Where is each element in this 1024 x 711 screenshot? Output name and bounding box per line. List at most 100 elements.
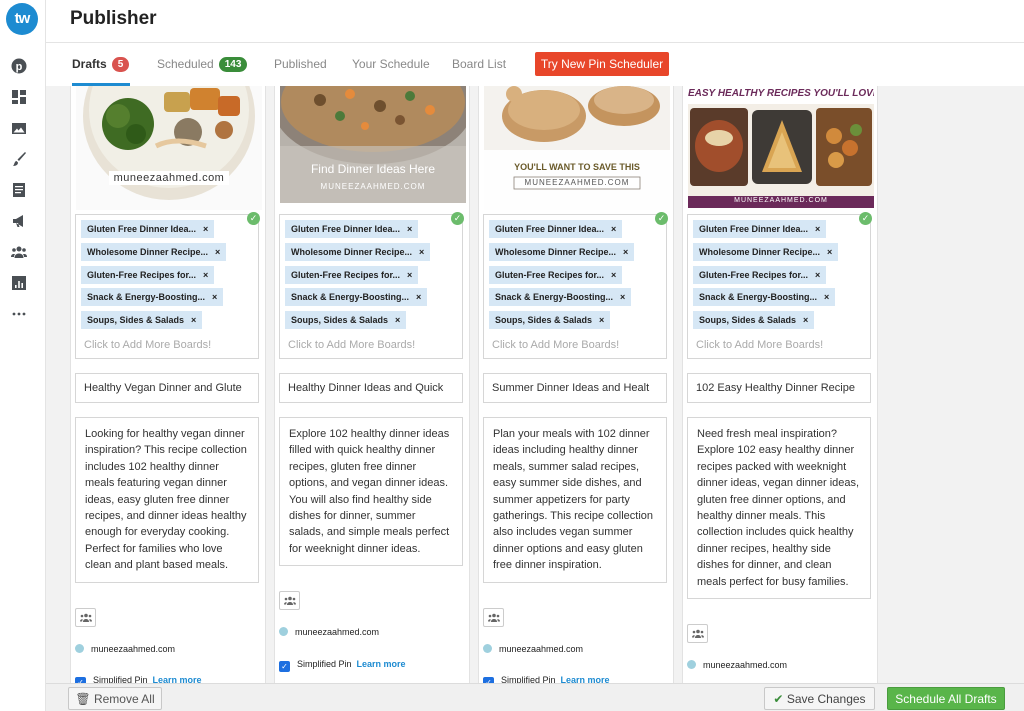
remove-icon[interactable]: ×	[416, 292, 421, 302]
document-icon[interactable]	[11, 182, 27, 198]
remove-icon[interactable]: ×	[203, 270, 208, 280]
app-logo[interactable]: tw	[6, 3, 38, 35]
remove-icon[interactable]: ×	[611, 270, 616, 280]
board-chip[interactable]: Gluten-Free Recipes for... ×	[81, 266, 215, 284]
board-chip[interactable]: Gluten Free Dinner Idea... ×	[285, 220, 419, 238]
pin-title-input[interactable]: Healthy Vegan Dinner and Glute	[75, 373, 259, 403]
group-board-button[interactable]	[279, 591, 300, 610]
remove-icon[interactable]: ×	[815, 270, 820, 280]
simplified-pin-toggle[interactable]: ✓ Simplified Pin Learn more	[75, 675, 202, 683]
remove-icon[interactable]: ×	[824, 292, 829, 302]
board-chip[interactable]: Snack & Energy-Boosting... ×	[285, 288, 428, 306]
board-chip[interactable]: Gluten Free Dinner Idea... ×	[489, 220, 623, 238]
add-boards-prompt[interactable]: Click to Add More Boards!	[492, 339, 619, 351]
board-chip[interactable]: Gluten-Free Recipes for... ×	[693, 266, 827, 284]
pin-image[interactable]: muneezaahmed.com	[76, 86, 262, 210]
board-chip[interactable]: Soups, Sides & Salads ×	[81, 311, 203, 329]
analytics-icon[interactable]	[11, 275, 27, 291]
schedule-all-drafts-button[interactable]: Schedule All Drafts	[887, 687, 1005, 710]
remove-icon[interactable]: ×	[407, 224, 412, 234]
remove-icon[interactable]: ×	[620, 292, 625, 302]
try-new-pin-scheduler-button[interactable]: Try New Pin Scheduler	[535, 52, 669, 76]
svg-text:p: p	[16, 61, 23, 73]
pin-source-site[interactable]: muneezaahmed.com	[75, 644, 175, 654]
board-chip[interactable]: Wholesome Dinner Recipe... ×	[81, 243, 227, 261]
pin-image[interactable]: YOU'LL WANT TO SAVE THIS MUNEEZAAHMED.CO…	[484, 86, 670, 210]
remove-icon[interactable]: ×	[407, 270, 412, 280]
remove-icon[interactable]: ×	[212, 292, 217, 302]
image-headline: YOU'LL WANT TO SAVE THIS	[514, 162, 640, 172]
board-selector[interactable]: ✓ Gluten Free Dinner Idea... × Wholesome …	[279, 212, 464, 359]
board-selector[interactable]: ✓ Gluten Free Dinner Idea... × Wholesome …	[483, 212, 668, 359]
board-chip[interactable]: Soups, Sides & Salads ×	[693, 311, 815, 329]
dashboard-icon[interactable]	[11, 89, 27, 105]
remove-icon[interactable]: ×	[203, 224, 208, 234]
pin-source-site[interactable]: muneezaahmed.com	[687, 660, 787, 670]
board-chip[interactable]: Wholesome Dinner Recipe... ×	[489, 243, 635, 261]
remove-all-button[interactable]: 🗑 Remove All	[68, 687, 162, 710]
people-icon[interactable]	[11, 244, 27, 260]
pin-title-input[interactable]: Summer Dinner Ideas and Healt	[483, 373, 667, 403]
group-board-button[interactable]	[687, 624, 708, 643]
board-selector[interactable]: ✓ Gluten Free Dinner Idea... × Wholesome …	[75, 212, 260, 359]
board-chip[interactable]: Gluten-Free Recipes for... ×	[285, 266, 419, 284]
tab-drafts[interactable]: Drafts 5	[72, 57, 130, 72]
tab-board-list[interactable]: Board List	[452, 57, 506, 71]
simplified-pin-toggle[interactable]: ✓ Simplified Pin Learn more	[279, 659, 406, 672]
board-chip[interactable]: Gluten-Free Recipes for... ×	[489, 266, 623, 284]
learn-more-link[interactable]: Learn more	[153, 675, 202, 683]
remove-icon[interactable]: ×	[623, 247, 628, 257]
remove-all-label: Remove All	[93, 691, 155, 706]
remove-icon[interactable]: ×	[611, 224, 616, 234]
add-boards-prompt[interactable]: Click to Add More Boards!	[288, 339, 415, 351]
group-board-button[interactable]	[483, 608, 504, 627]
board-chip[interactable]: Soups, Sides & Salads ×	[489, 311, 611, 329]
pin-description-input[interactable]: Explore 102 healthy dinner ideas filled …	[279, 417, 463, 567]
remove-icon[interactable]: ×	[815, 224, 820, 234]
board-chip[interactable]: Gluten Free Dinner Idea... ×	[693, 220, 827, 238]
checkbox-icon[interactable]: ✓	[279, 661, 290, 672]
pin-description-input[interactable]: Looking for healthy vegan dinner inspira…	[75, 417, 259, 583]
pin-image[interactable]: EASY HEALTHY RECIPES YOU'LL LOVE MUNEEZA…	[688, 86, 874, 208]
remove-icon[interactable]: ×	[215, 247, 220, 257]
add-boards-prompt[interactable]: Click to Add More Boards!	[696, 339, 823, 351]
add-boards-prompt[interactable]: Click to Add More Boards!	[84, 339, 211, 351]
pin-image[interactable]: Find Dinner Ideas Here MUNEEZAAHMED.COM	[280, 86, 466, 203]
pin-source-site[interactable]: muneezaahmed.com	[483, 644, 583, 654]
board-chip[interactable]: Snack & Energy-Boosting... ×	[489, 288, 632, 306]
board-chip[interactable]: Snack & Energy-Boosting... ×	[693, 288, 836, 306]
board-chip[interactable]: Wholesome Dinner Recipe... ×	[285, 243, 431, 261]
tab-bar: Drafts 5 Scheduled 143 Published Your Sche…	[46, 44, 1024, 86]
pin-description-input[interactable]: Need fresh meal inspiration? Explore 102…	[687, 417, 871, 600]
learn-more-link[interactable]: Learn more	[357, 659, 406, 669]
remove-icon[interactable]: ×	[395, 315, 400, 325]
board-chip[interactable]: Snack & Energy-Boosting... ×	[81, 288, 224, 306]
board-chip[interactable]: Wholesome Dinner Recipe... ×	[693, 243, 839, 261]
board-chip-label: Wholesome Dinner Recipe...	[87, 247, 209, 257]
pinterest-icon[interactable]: p	[11, 58, 27, 74]
board-chip-label: Gluten Free Dinner Idea...	[291, 224, 401, 234]
brush-icon[interactable]	[11, 151, 27, 167]
image-icon[interactable]	[11, 120, 27, 136]
remove-icon[interactable]: ×	[827, 247, 832, 257]
board-chip[interactable]: Soups, Sides & Salads ×	[285, 311, 407, 329]
board-chip[interactable]: Gluten Free Dinner Idea... ×	[81, 220, 215, 238]
group-board-button[interactable]	[75, 608, 96, 627]
tab-your-schedule[interactable]: Your Schedule	[352, 57, 430, 71]
simplified-pin-toggle[interactable]: ✓ Simplified Pin Learn more	[483, 675, 610, 683]
tab-scheduled[interactable]: Scheduled 143	[157, 57, 248, 72]
remove-icon[interactable]: ×	[803, 315, 808, 325]
learn-more-link[interactable]: Learn more	[561, 675, 610, 683]
megaphone-icon[interactable]	[11, 213, 27, 229]
pin-source-site[interactable]: muneezaahmed.com	[279, 627, 379, 637]
pin-description-input[interactable]: Plan your meals with 102 dinner ideas in…	[483, 417, 667, 583]
tab-published[interactable]: Published	[274, 57, 327, 71]
remove-icon[interactable]: ×	[191, 315, 196, 325]
board-selector[interactable]: ✓ Gluten Free Dinner Idea... × Wholesome …	[687, 212, 872, 359]
remove-icon[interactable]: ×	[419, 247, 424, 257]
remove-icon[interactable]: ×	[599, 315, 604, 325]
pin-title-input[interactable]: Healthy Dinner Ideas and Quick	[279, 373, 463, 403]
more-icon[interactable]	[11, 306, 27, 322]
save-changes-button[interactable]: ✔ Save Changes	[764, 687, 875, 710]
pin-title-input[interactable]: 102 Easy Healthy Dinner Recipe	[687, 373, 871, 403]
